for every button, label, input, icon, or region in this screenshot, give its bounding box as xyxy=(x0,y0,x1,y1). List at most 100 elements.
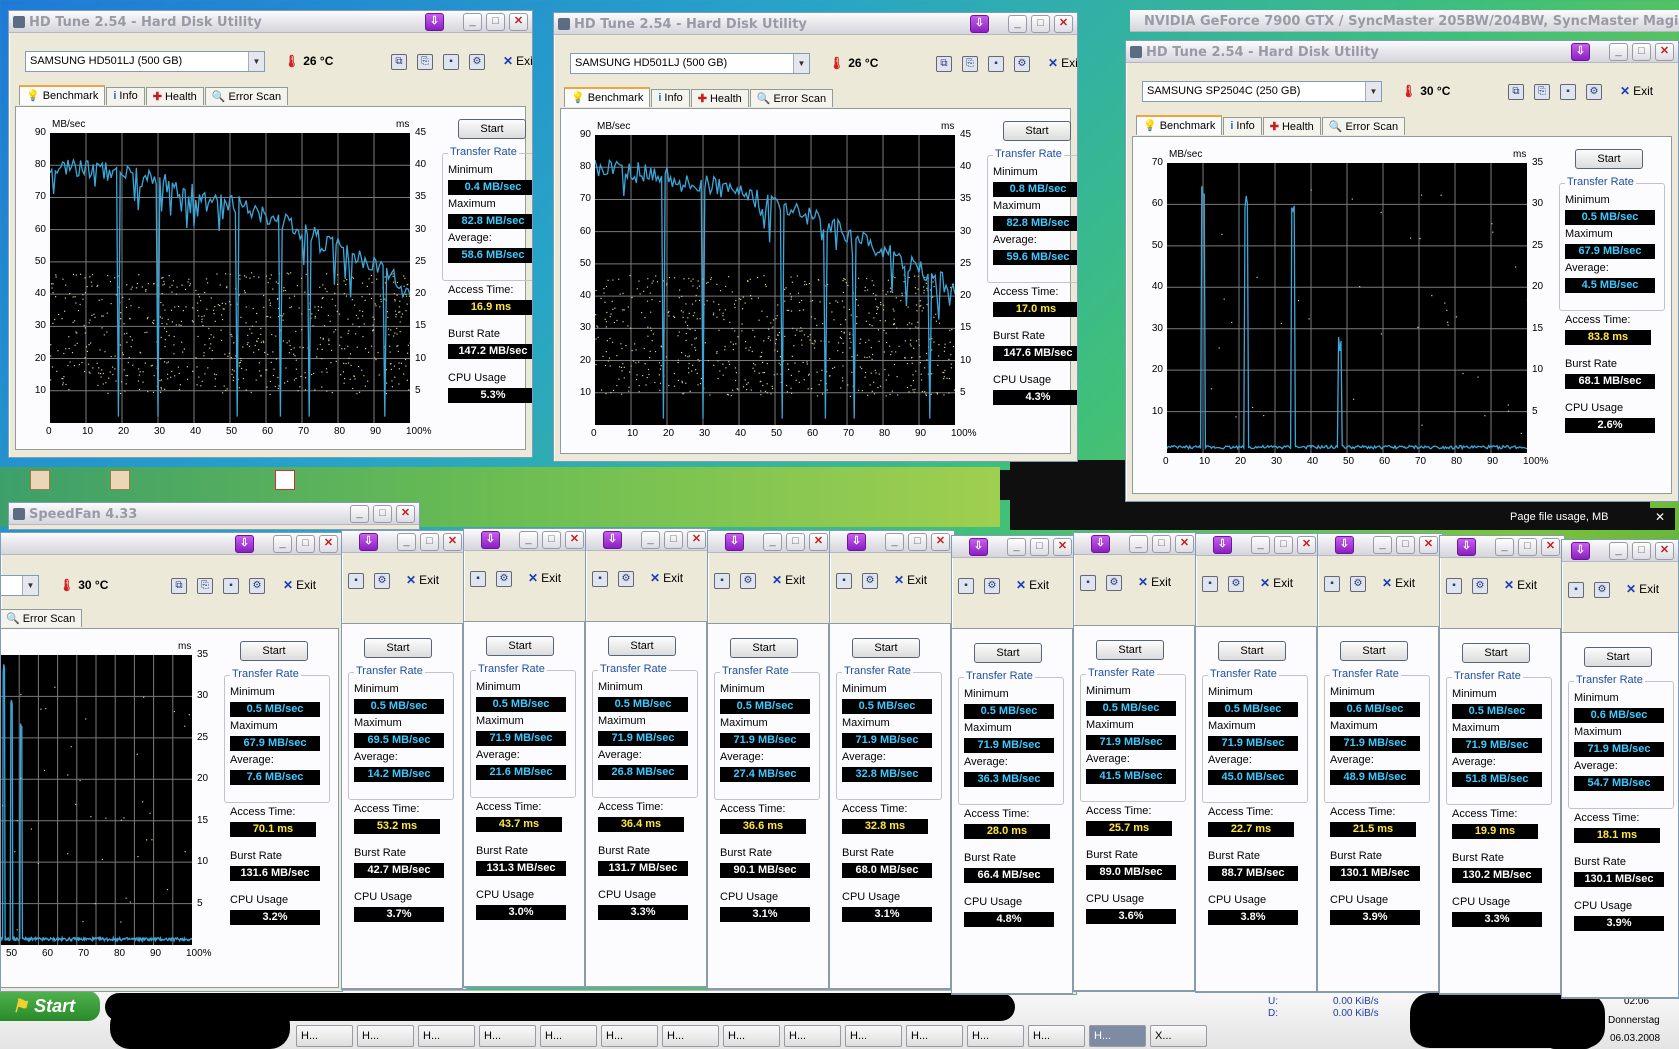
options-icon[interactable]: ⚙ xyxy=(1228,576,1244,592)
pin-down-icon[interactable]: ⇩ xyxy=(1571,542,1590,560)
close-button[interactable]: ✕ xyxy=(809,533,828,551)
taskbar-item[interactable]: H... xyxy=(418,1025,475,1047)
hdtune-window-partial[interactable]: ⇩ _ □ ✕ ▪ ⚙ ✕ Exit Start Transfer Rate Minimum 0.5 … xyxy=(341,530,467,990)
start-benchmark-button[interactable]: Start xyxy=(974,643,1042,663)
tab-health[interactable]: ✚ Health xyxy=(145,87,204,105)
maximize-button[interactable]: □ xyxy=(420,533,439,551)
start-benchmark-button[interactable]: Start xyxy=(1584,647,1652,667)
copy-icon[interactable]: ⧉ xyxy=(1508,84,1524,100)
save-icon[interactable]: ▪ xyxy=(1446,578,1462,594)
close-button[interactable]: ✕ xyxy=(396,505,415,523)
pin-down-icon[interactable]: ⇩ xyxy=(1091,535,1110,553)
start-button[interactable]: ⚑ Start xyxy=(0,991,100,1021)
copy-icon[interactable]: ⧉ xyxy=(171,578,187,594)
close-button[interactable]: ✕ xyxy=(687,531,706,549)
hdtune-window[interactable]: HD Tune 2.54 - Hard Disk Utility ⇩ _ □ ✕ SAMS… xyxy=(553,12,1078,462)
minimize-button[interactable]: _ xyxy=(1251,536,1270,554)
taskbar-item[interactable]: H... xyxy=(1028,1025,1085,1047)
close-button[interactable]: ✕ xyxy=(443,533,462,551)
close-button[interactable]: ✕ xyxy=(1175,535,1194,553)
pin-down-icon[interactable]: ⇩ xyxy=(1335,536,1354,554)
chevron-down-icon[interactable]: ▼ xyxy=(22,576,38,595)
tab-health[interactable]: ✚ Health xyxy=(1262,117,1321,135)
taskbar-item[interactable]: H... xyxy=(845,1025,902,1047)
pin-down-icon[interactable]: ⇩ xyxy=(970,15,989,33)
save-icon[interactable]: ▪ xyxy=(1560,84,1576,100)
save-icon[interactable]: ▪ xyxy=(1080,575,1096,591)
maximize-button[interactable]: □ xyxy=(908,533,927,551)
pin-down-icon[interactable]: ⇩ xyxy=(969,538,988,556)
minimize-button[interactable]: _ xyxy=(1129,535,1148,553)
save-icon[interactable]: ▪ xyxy=(470,571,486,587)
close-button[interactable]: ✕ xyxy=(509,13,528,31)
hdtune-window[interactable]: HD Tune 2.54 - Hard Disk Utility ⇩ _ □ ✕ SAMS… xyxy=(8,10,533,458)
minimize-button[interactable]: _ xyxy=(463,13,482,31)
maximize-button[interactable]: □ xyxy=(1632,43,1651,61)
exit-button[interactable]: ✕Exit xyxy=(1382,576,1415,590)
save-icon[interactable]: ▪ xyxy=(1324,576,1340,592)
minimize-button[interactable]: _ xyxy=(1609,542,1628,560)
close-button[interactable]: ✕ xyxy=(1053,538,1072,556)
maximize-button[interactable]: □ xyxy=(296,535,315,553)
close-button[interactable]: ✕ xyxy=(319,535,338,553)
close-button[interactable]: ✕ xyxy=(1419,536,1438,554)
exit-button[interactable]: ✕Exit xyxy=(1138,575,1171,589)
start-benchmark-button[interactable]: Start xyxy=(240,641,308,661)
drive-select[interactable]: SAMSUNG SP2504C (250 GB) ▼ xyxy=(1142,81,1382,102)
hdtune-window-partial[interactable]: ⇩ _ □ ✕ ▼ 🌡 30 °C ⧉ ⎘ ▪ ⚙ ✕ Exit 🔍 Error Scan 35 30 25 20 1… xyxy=(0,532,343,992)
taskbar-item[interactable]: H... xyxy=(662,1025,719,1047)
pin-down-icon[interactable]: ⇩ xyxy=(725,533,744,551)
close-button[interactable]: ✕ xyxy=(1655,542,1674,560)
copy-text-icon[interactable]: ⎘ xyxy=(1534,84,1550,100)
maximize-button[interactable]: □ xyxy=(1518,538,1537,556)
options-icon[interactable]: ⚙ xyxy=(249,578,265,594)
taskbar-item[interactable]: H... xyxy=(296,1025,353,1047)
exit-button[interactable]: ✕Exit xyxy=(894,573,927,587)
exit-button[interactable]: ✕Exit xyxy=(1626,582,1659,596)
chevron-down-icon[interactable]: ▼ xyxy=(248,52,264,71)
save-icon[interactable]: ▪ xyxy=(348,573,364,589)
hdtune-window-partial[interactable]: ⇩ _ □ ✕ ▪ ⚙ ✕ Exit Start Transfer Rate Minimum 0.5 … xyxy=(829,530,955,990)
hdtune-window-partial[interactable]: ⇩ _ □ ✕ ▪ ⚙ ✕ Exit Start Transfer Rate Minimum 0.5 … xyxy=(585,528,711,988)
pin-down-icon[interactable]: ⇩ xyxy=(1457,538,1476,556)
save-icon[interactable]: ▪ xyxy=(836,573,852,589)
options-icon[interactable]: ⚙ xyxy=(1586,84,1602,100)
desktop-icon[interactable] xyxy=(30,470,50,490)
tab-benchmark[interactable]: 💡 Benchmark xyxy=(19,85,106,105)
minimize-button[interactable]: _ xyxy=(273,535,292,553)
start-benchmark-button[interactable]: Start xyxy=(486,636,554,656)
start-benchmark-button[interactable]: Start xyxy=(1340,641,1408,661)
pin-down-icon[interactable]: ⇩ xyxy=(603,531,622,549)
hdtune-window-partial[interactable]: ⇩ _ □ ✕ ▪ ⚙ ✕ Exit Start Transfer Rate Minimum 0.5 … xyxy=(951,535,1077,995)
clock-day[interactable]: Donnerstag xyxy=(1608,1015,1660,1026)
maximize-button[interactable]: □ xyxy=(1031,15,1050,33)
hdtune-window-partial[interactable]: ⇩ _ □ ✕ ▪ ⚙ ✕ Exit Start Transfer Rate Minimum 0.5 … xyxy=(707,530,833,990)
minimize-button[interactable]: _ xyxy=(641,531,660,549)
minimize-button[interactable]: _ xyxy=(1008,15,1027,33)
save-icon[interactable]: ▪ xyxy=(223,578,239,594)
taskbar-item[interactable]: X... xyxy=(1150,1025,1207,1047)
taskbar-item[interactable]: H... xyxy=(357,1025,414,1047)
close-button[interactable]: ✕ xyxy=(931,533,950,551)
close-button[interactable]: ✕ xyxy=(1541,538,1560,556)
close-button[interactable]: ✕ xyxy=(1655,43,1674,61)
exit-button[interactable]: ✕Exit xyxy=(1620,84,1653,98)
tab-health[interactable]: ✚ Health xyxy=(690,89,749,107)
drive-select[interactable]: ▼ xyxy=(1,575,39,596)
start-benchmark-button[interactable]: Start xyxy=(1462,643,1530,663)
pin-down-icon[interactable]: ⇩ xyxy=(425,13,444,31)
tab-error-scan[interactable]: 🔍 Error Scan xyxy=(749,89,834,107)
options-icon[interactable]: ⚙ xyxy=(618,571,634,587)
start-benchmark-button[interactable]: Start xyxy=(608,636,676,656)
options-icon[interactable]: ⚙ xyxy=(862,573,878,589)
hdtune-window[interactable]: HD Tune 2.54 - Hard Disk Utility ⇩ _ □ ✕ SAMS… xyxy=(1125,40,1679,502)
pin-down-icon[interactable]: ⇩ xyxy=(1213,536,1232,554)
save-icon[interactable]: ▪ xyxy=(988,56,1004,72)
exit-button[interactable]: ✕Exit xyxy=(1260,576,1293,590)
maximize-button[interactable]: □ xyxy=(542,531,561,549)
start-benchmark-button[interactable]: Start xyxy=(852,638,920,658)
options-icon[interactable]: ⚙ xyxy=(1350,576,1366,592)
tab-benchmark[interactable]: 💡 Benchmark xyxy=(564,87,651,107)
tab-info[interactable]: i Info xyxy=(106,87,145,105)
close-button[interactable]: ✕ xyxy=(1297,536,1316,554)
